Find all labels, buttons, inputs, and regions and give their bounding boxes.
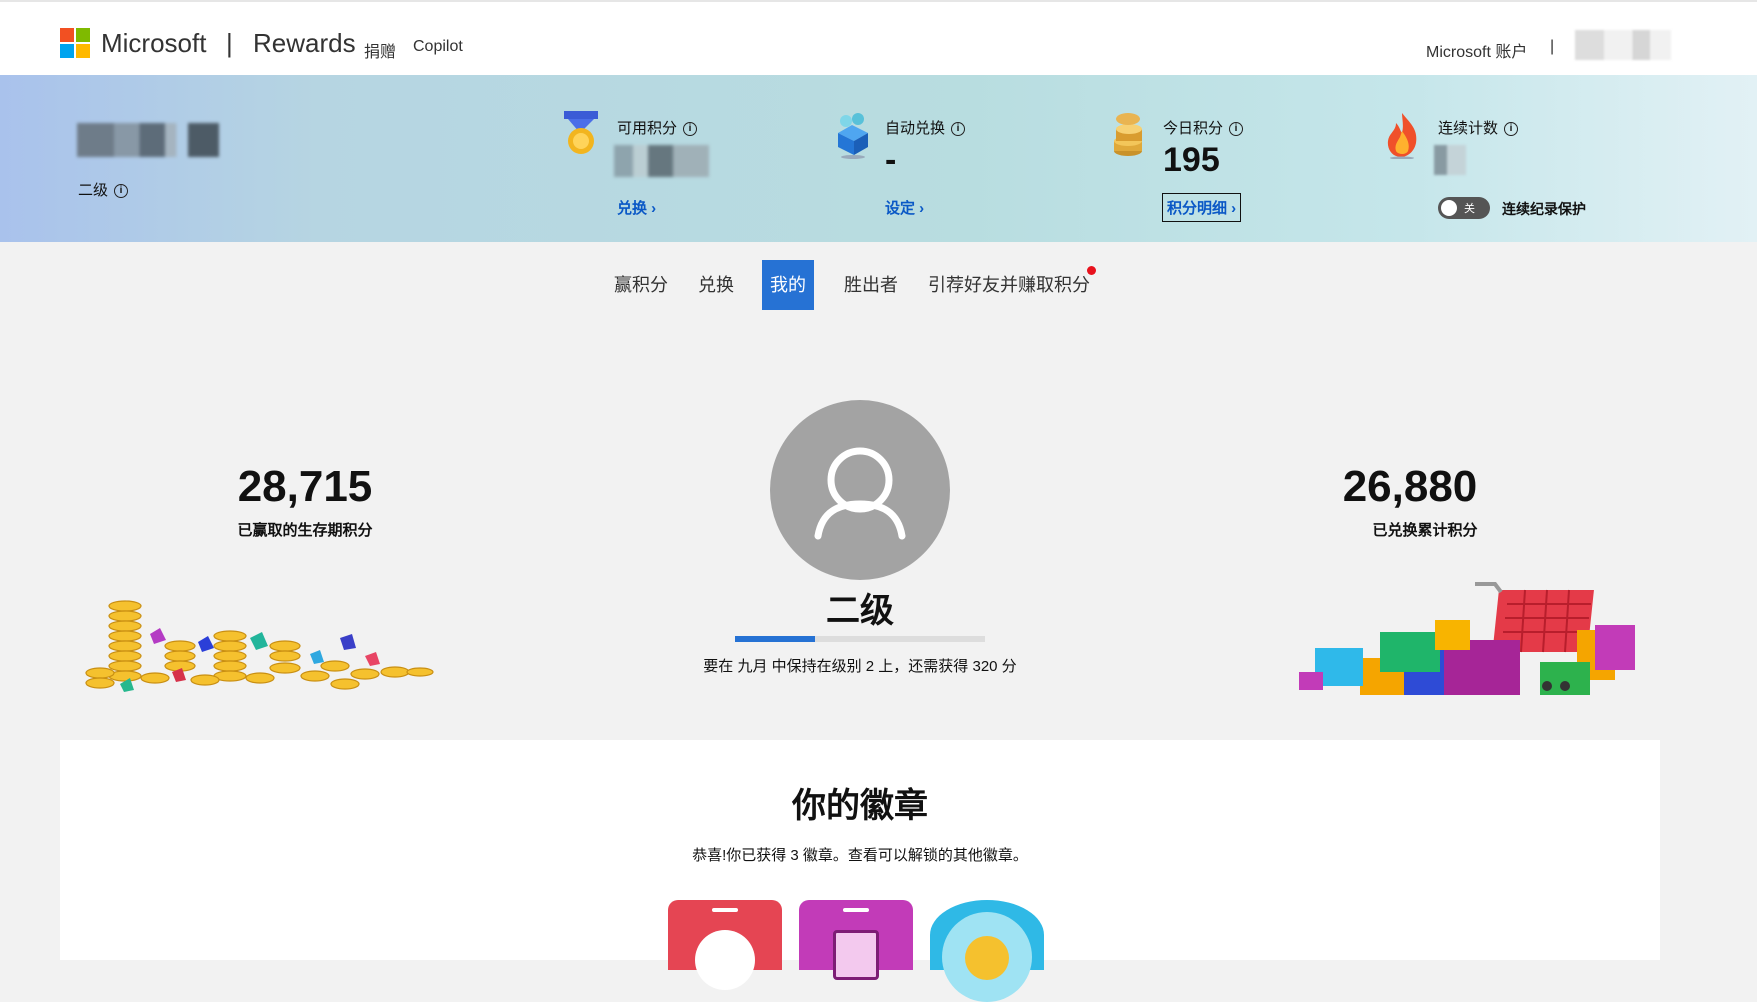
- coin-stack-icon: [1114, 113, 1142, 156]
- level-progress-note: 要在 九月 中保持在级别 2 上，还需获得 320 分: [703, 658, 1017, 675]
- level-progress-bar: [735, 636, 985, 642]
- microsoft-account-link[interactable]: Microsoft 账户: [1426, 38, 1527, 62]
- rewards-title[interactable]: Rewards: [253, 28, 356, 59]
- brand-name[interactable]: Microsoft: [101, 28, 206, 59]
- today-points-label: 今日积分 i: [1163, 117, 1244, 138]
- badge-1[interactable]: [668, 900, 782, 990]
- redeemed-points-value: 26,880: [1342, 462, 1478, 511]
- auto-redeem-value: -: [885, 141, 897, 179]
- redeem-link[interactable]: 兑换 ›: [617, 197, 656, 218]
- account-separator: |: [1550, 38, 1555, 55]
- tab-redeem[interactable]: 兑换: [690, 260, 742, 310]
- toggle-state-label: 关: [1464, 203, 1475, 215]
- auto-redeem-settings-link[interactable]: 设定 ›: [885, 197, 924, 218]
- streak-label: 连续计数 i: [1438, 117, 1519, 138]
- lifetime-points-label: 已赢取的生存期积分: [237, 522, 373, 539]
- coin-pile-illustration: [85, 600, 434, 692]
- badges-title: 你的徽章: [792, 787, 928, 825]
- lifetime-points-value: 28,715: [237, 462, 373, 511]
- tab-winners[interactable]: 胜出者: [836, 260, 906, 310]
- today-points-value: 195: [1163, 141, 1220, 179]
- streak-protection-toggle[interactable]: 关: [1438, 197, 1490, 219]
- redeemed-points-label: 已兑换累计积分: [1372, 522, 1478, 539]
- medal-icon: [564, 111, 598, 154]
- rewards-status-banner: 二级 i 可用积分 i 兑换 › 自动兑换 i - 设定 › 今日积分 i 19…: [0, 75, 1757, 242]
- user-level: 二级 i: [78, 179, 129, 200]
- microsoft-logo-icon[interactable]: [60, 28, 90, 58]
- gift-box-icon: [838, 113, 868, 159]
- level-progress-fill: [735, 636, 815, 642]
- shopping-illustration: [1299, 582, 1635, 695]
- info-icon[interactable]: i: [1229, 122, 1244, 137]
- toggle-knob: [1441, 200, 1457, 216]
- badge-2[interactable]: [799, 900, 913, 980]
- available-points-label: 可用积分 i: [617, 117, 698, 138]
- nav-link-donate[interactable]: 捐赠: [364, 38, 396, 62]
- tab-refer-friends[interactable]: 引荐好友并赚取积分: [920, 260, 1098, 310]
- profile-avatar[interactable]: [770, 400, 950, 580]
- flame-icon: [1387, 113, 1417, 159]
- streak-value-redacted: [1434, 145, 1466, 175]
- rewards-tabs: 赢积分 兑换 我的 胜出者 引荐好友并赚取积分: [0, 260, 1757, 310]
- available-points-value-redacted: [614, 145, 709, 177]
- info-icon[interactable]: i: [1504, 122, 1519, 137]
- info-icon[interactable]: i: [114, 184, 129, 199]
- badges-subtitle: 恭喜!你已获得 3 徽章。查看可以解锁的其他徽章。: [692, 847, 1028, 864]
- current-level: 二级: [826, 592, 894, 630]
- notification-dot: [1087, 266, 1096, 275]
- nav-link-copilot[interactable]: Copilot: [413, 38, 463, 56]
- user-name-redacted: [77, 123, 219, 157]
- brand-separator: |: [226, 28, 233, 58]
- streak-protection-label: 连续纪录保护: [1502, 201, 1586, 217]
- badge-3[interactable]: [930, 900, 1044, 1002]
- user-level-label: 二级: [78, 182, 109, 199]
- info-icon[interactable]: i: [683, 122, 698, 137]
- user-silhouette-icon: [814, 447, 906, 540]
- tab-earn[interactable]: 赢积分: [606, 260, 676, 310]
- info-icon[interactable]: i: [951, 122, 966, 137]
- top-navigation-bar: Microsoft | Rewards 捐赠 Copilot Microsoft…: [0, 0, 1757, 75]
- tab-dashboard[interactable]: 我的: [762, 260, 814, 310]
- badges-section: 你的徽章 恭喜!你已获得 3 徽章。查看可以解锁的其他徽章。: [60, 740, 1660, 1002]
- user-avatar[interactable]: [1575, 30, 1671, 60]
- points-breakdown-link[interactable]: 积分明细 ›: [1162, 193, 1242, 222]
- auto-redeem-label: 自动兑换 i: [885, 117, 966, 138]
